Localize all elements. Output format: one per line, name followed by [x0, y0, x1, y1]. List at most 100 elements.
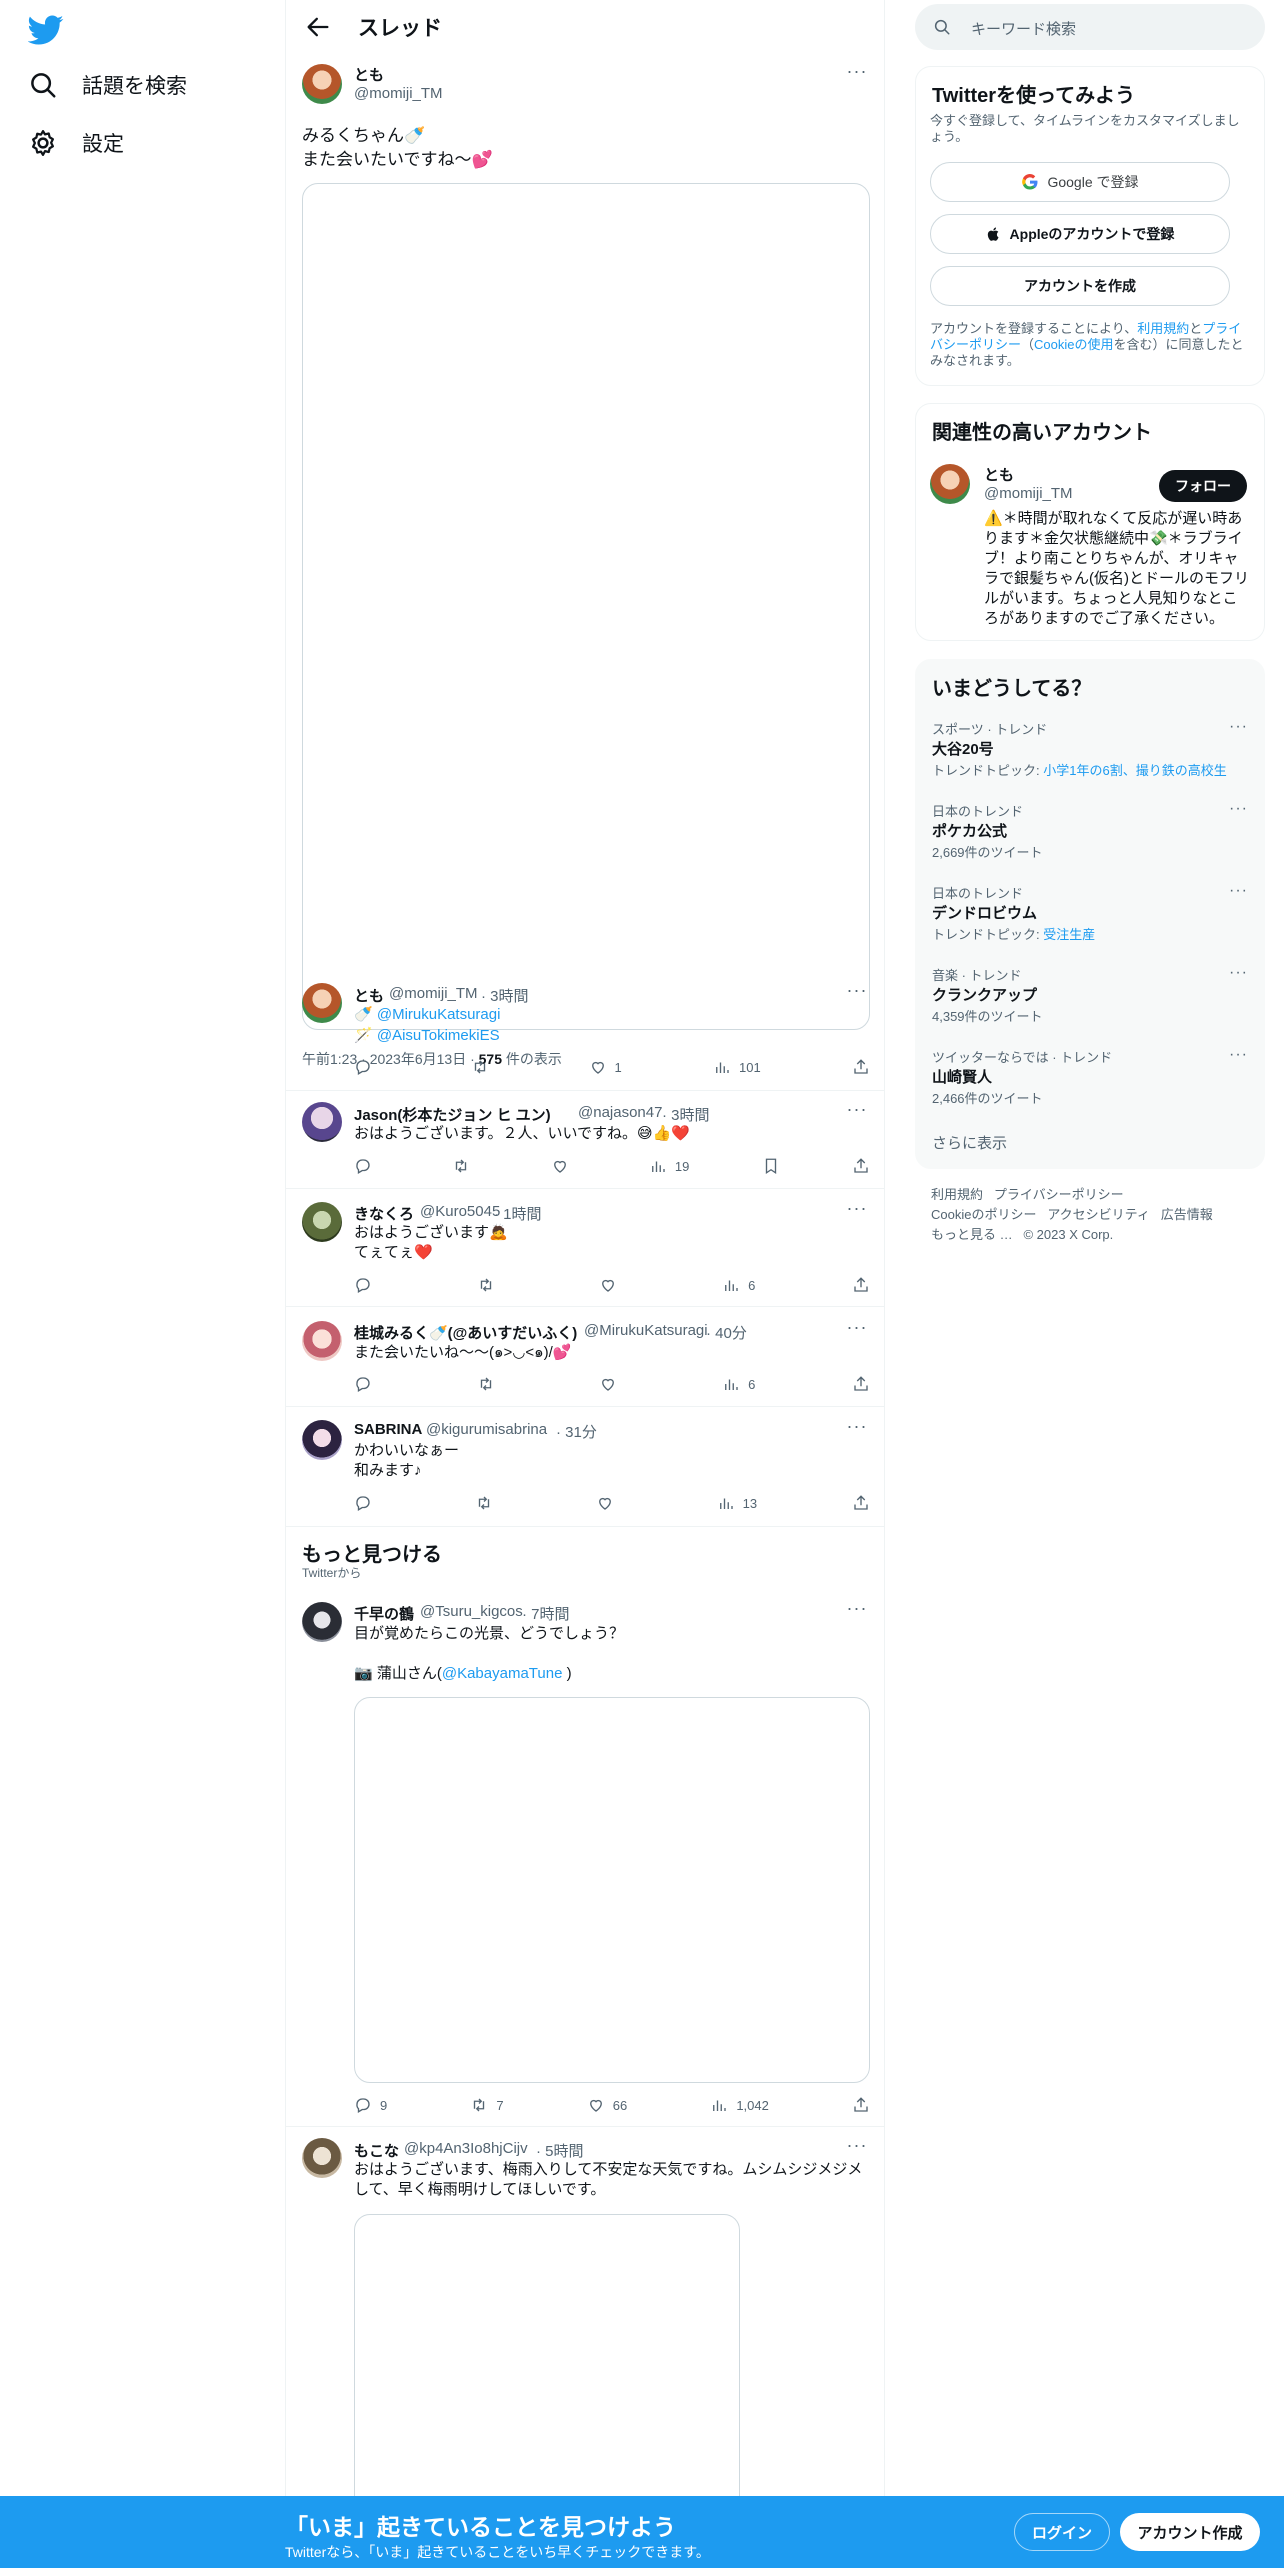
tweet-author-handle[interactable]: @kp4An3Io8hjCijv [404, 2140, 528, 2157]
login-button[interactable]: ログイン [1014, 2513, 1110, 2551]
footer-link[interactable]: 広告情報 [1161, 1207, 1213, 1222]
like-button[interactable]: 66 [587, 2096, 627, 2114]
reply-time[interactable]: · 1時間 [494, 1203, 542, 1224]
tweet-media[interactable] [354, 1697, 870, 2083]
avatar[interactable] [302, 1321, 342, 1361]
reply-author-name[interactable]: SABRINA [354, 1421, 422, 1438]
more-options-icon[interactable]: ··· [846, 2136, 868, 2160]
tweet-author-name[interactable]: もこな [354, 2140, 399, 2161]
bookmark-button[interactable] [762, 1157, 780, 1175]
reply-author-name[interactable]: Jason(杉本たジョン ヒ ユン) [354, 1104, 551, 1125]
reply-author-handle[interactable]: @najason47 [578, 1104, 662, 1121]
share-button[interactable] [852, 2096, 870, 2114]
more-options-icon[interactable]: ··· [1229, 964, 1248, 982]
like-button[interactable] [599, 1375, 625, 1393]
share-button[interactable] [852, 1157, 870, 1175]
avatar[interactable] [302, 1602, 342, 1642]
like-button[interactable] [596, 1494, 622, 1512]
footer-link[interactable]: 利用規約 [931, 1187, 983, 1202]
share-button[interactable] [852, 1494, 870, 1512]
retweet-button[interactable] [477, 1375, 503, 1393]
footer-link[interactable]: アクセシビリティ [1047, 1207, 1150, 1222]
related-account-name[interactable]: とも [984, 464, 1014, 485]
tweet-media[interactable] [302, 183, 870, 1030]
tweet-time[interactable]: · 7時間 [522, 1603, 570, 1624]
reply-time[interactable]: · 31分 [556, 1421, 597, 1442]
google-signup-button[interactable]: Google で登録 [930, 162, 1230, 202]
cookie-link[interactable]: Cookieの使用 [1034, 337, 1113, 352]
reply-button[interactable] [354, 1494, 380, 1512]
more-options-icon[interactable]: ··· [1229, 1046, 1248, 1064]
reply-button[interactable] [354, 1375, 380, 1393]
credit-link[interactable]: @KabayamaTune [442, 1665, 563, 1682]
reply-time[interactable]: · 40分 [706, 1322, 747, 1343]
tweet-time[interactable]: · 5時間 [536, 2140, 584, 2161]
retweet-button[interactable] [477, 1276, 503, 1294]
trend-topic-link[interactable]: 受注生産 [1043, 927, 1095, 942]
like-button[interactable]: 1 [589, 1058, 622, 1076]
share-button[interactable] [852, 1058, 870, 1076]
like-button[interactable] [551, 1157, 577, 1175]
more-options-icon[interactable]: ··· [846, 1599, 868, 1623]
avatar[interactable] [302, 2138, 342, 2178]
retweet-button[interactable] [475, 1494, 501, 1512]
signup-button[interactable]: アカウント作成 [1120, 2513, 1260, 2551]
nav-explore[interactable]: 話題を検索 [28, 70, 187, 100]
reply-author-name[interactable]: とも [354, 985, 384, 1006]
tweet-author-handle[interactable]: @Tsuru_kigcos [420, 1603, 523, 1620]
more-options-icon[interactable]: ··· [1229, 718, 1248, 736]
views-button[interactable]: 13 [717, 1494, 757, 1512]
retweet-button[interactable]: 7 [470, 2096, 504, 2114]
avatar[interactable] [930, 464, 970, 504]
search-box[interactable]: キーワード検索 [915, 4, 1265, 50]
author-name[interactable]: とも [354, 64, 384, 85]
show-more-link[interactable]: さらに表示 [932, 1132, 1007, 1153]
reply-button[interactable] [354, 1276, 380, 1294]
avatar[interactable] [302, 1202, 342, 1242]
views-button[interactable]: 6 [722, 1276, 755, 1294]
reply-time[interactable]: · 3時間 [662, 1104, 710, 1125]
more-options-icon[interactable]: ··· [846, 981, 868, 1005]
reply-button[interactable] [354, 1157, 380, 1175]
related-account-handle[interactable]: @momiji_TM [984, 485, 1073, 502]
avatar[interactable] [302, 983, 342, 1023]
avatar[interactable] [302, 64, 342, 104]
more-options-icon[interactable]: ··· [846, 62, 868, 86]
footer-link[interactable]: もっと見る … [931, 1227, 1013, 1242]
avatar[interactable] [302, 1102, 342, 1142]
back-arrow-icon[interactable] [304, 13, 332, 41]
more-options-icon[interactable]: ··· [846, 1199, 868, 1223]
retweet-button[interactable] [452, 1157, 478, 1175]
tweet-author-name[interactable]: 千早の鶴 [354, 1603, 414, 1624]
more-options-icon[interactable]: ··· [846, 1318, 868, 1342]
share-button[interactable] [852, 1276, 870, 1294]
more-options-icon[interactable]: ··· [1229, 800, 1248, 818]
reply-author-name[interactable]: 桂城みるく🍼(@あいすだいふく) [354, 1322, 577, 1343]
nav-settings[interactable]: 設定 [28, 128, 124, 158]
retweet-button[interactable] [471, 1058, 497, 1076]
views-button[interactable]: 19 [649, 1157, 689, 1175]
reply-author-handle[interactable]: @Kuro5045 [420, 1203, 500, 1220]
twitter-logo-icon[interactable] [28, 12, 64, 48]
reply-author-name[interactable]: きなくろ [354, 1203, 414, 1224]
views-button[interactable]: 101 [713, 1058, 761, 1076]
mention-link[interactable]: 🪄 @AisuTokimekiES [354, 1026, 500, 1046]
views-button[interactable]: 1,042 [710, 2096, 769, 2114]
author-handle[interactable]: @momiji_TM [354, 85, 443, 102]
more-options-icon[interactable]: ··· [846, 1417, 868, 1441]
terms-link[interactable]: 利用規約 [1137, 321, 1189, 336]
like-button[interactable] [599, 1276, 625, 1294]
reply-author-handle[interactable]: @MirukuKatsuragi [584, 1322, 708, 1339]
views-button[interactable]: 6 [722, 1375, 755, 1393]
reply-author-handle[interactable]: @kigurumisabrina [426, 1421, 547, 1438]
follow-button[interactable]: フォロー [1159, 470, 1247, 502]
share-button[interactable] [852, 1375, 870, 1393]
reply-author-handle[interactable]: @momiji_TM [389, 985, 478, 1002]
more-options-icon[interactable]: ··· [846, 1100, 868, 1124]
reply-time[interactable]: · 3時間 [481, 985, 529, 1006]
mention-link[interactable]: 🍼 @MirukuKatsuragi [354, 1005, 500, 1025]
trend-topic-link[interactable]: 小学1年の6割、撮り鉄の高校生 [1043, 763, 1226, 778]
more-options-icon[interactable]: ··· [1229, 882, 1248, 900]
apple-signup-button[interactable]: Appleのアカウントで登録 [930, 214, 1230, 254]
avatar[interactable] [302, 1420, 342, 1460]
